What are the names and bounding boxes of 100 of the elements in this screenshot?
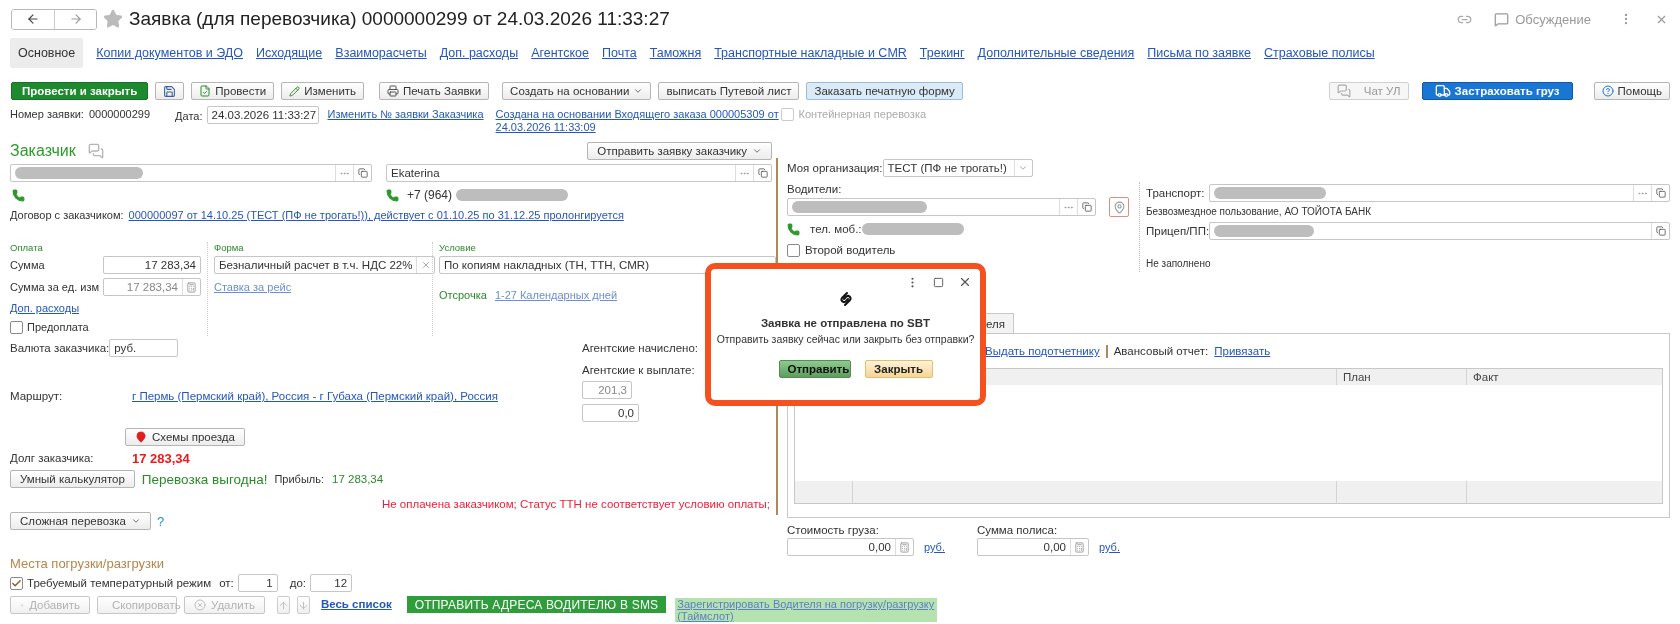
check-icon xyxy=(11,577,22,589)
speech-bubble-icon xyxy=(1494,11,1510,27)
payment-form-field[interactable]: Безналичный расчет в т.ч. НДС 22% xyxy=(214,256,436,274)
post-close-button[interactable]: Провести и закрыть xyxy=(11,82,149,100)
drivers-field[interactable] xyxy=(787,198,1096,216)
post-button[interactable]: Провести xyxy=(191,82,275,100)
amount-field[interactable]: 17 283,34 xyxy=(103,256,201,274)
tab[interactable]: Основное xyxy=(10,38,84,68)
trailer-note: Не заполнено xyxy=(1146,257,1212,271)
printer-icon xyxy=(387,85,400,97)
currency-field[interactable]: руб. xyxy=(109,339,179,357)
container-label: Контейнерная перевозка xyxy=(798,108,927,120)
agent-accrued-label: Агентские начислено: xyxy=(582,341,698,356)
tab[interactable]: Страховые полисы xyxy=(1263,46,1375,60)
to-field[interactable]: 12 xyxy=(310,574,353,592)
tab[interactable]: Доп. расходы xyxy=(439,46,519,60)
tab[interactable]: Таможня xyxy=(649,46,702,60)
field-label: Сумма xyxy=(10,259,46,271)
issue-link[interactable]: Выдать подотчетнику xyxy=(985,345,1100,357)
tab[interactable]: Почта xyxy=(601,46,637,60)
complex-transport-button[interactable]: Сложная перевозка xyxy=(10,512,151,530)
from-field[interactable]: 1 xyxy=(237,574,278,592)
copy-icon xyxy=(357,168,368,178)
calculator-button[interactable]: Умный калькулятор xyxy=(10,470,135,488)
close-dialog-button[interactable]: Закрыть xyxy=(864,360,933,378)
tab[interactable]: Трекинг xyxy=(919,46,965,60)
phone-icon xyxy=(386,188,399,202)
organization-field[interactable]: ТЕСТ (ПФ не трогать!) xyxy=(882,159,1033,177)
maximize-button[interactable] xyxy=(933,275,944,289)
warning-text: Не оплачена заказчиком; Статус ТТН не соответствует условию оплаты; xyxy=(381,498,770,510)
copy-icon xyxy=(1655,188,1666,198)
star-icon xyxy=(103,9,123,29)
tab[interactable]: Агентское xyxy=(531,46,589,60)
map-pin-icon xyxy=(1112,200,1126,214)
profit-label: Прибыль: xyxy=(274,473,324,485)
phone-icon xyxy=(12,188,25,202)
arrow-up-icon xyxy=(277,599,289,611)
calculator-icon xyxy=(1074,541,1085,553)
unit-amount-field[interactable]: 17 283,34 xyxy=(103,278,201,296)
section-label: Условие xyxy=(439,242,477,254)
map-pin-icon xyxy=(135,431,147,443)
checkbox[interactable] xyxy=(787,243,800,257)
help-mark[interactable]: ? xyxy=(156,513,165,529)
number-value: 0000000299 xyxy=(88,108,151,120)
date-field[interactable]: 24.03.2026 11:33:27 xyxy=(206,106,319,124)
tab[interactable]: Взаиморасчеты xyxy=(335,46,427,60)
change-number-link[interactable]: Изменить № заявки Заказчика xyxy=(327,108,484,120)
currency-link[interactable]: руб. xyxy=(1099,541,1120,553)
print-button[interactable]: Печать Заявки xyxy=(379,82,490,100)
transport-field[interactable] xyxy=(1208,184,1670,202)
create-based-button[interactable]: Создать на основании xyxy=(502,82,652,100)
chat-icon xyxy=(87,143,104,159)
debt-label: Долг заказчика: xyxy=(10,452,95,464)
dialog-message: Отправить заявку сейчас или закрыть без отправки? xyxy=(716,333,975,345)
extra-costs-link[interactable]: Доп. расходы xyxy=(10,302,80,314)
save-button[interactable] xyxy=(155,82,185,100)
tab[interactable]: еля xyxy=(984,313,1014,333)
customer-field[interactable] xyxy=(10,164,372,182)
column-header: План xyxy=(1337,369,1467,385)
contact-field[interactable]: Ekaterina xyxy=(386,164,772,182)
contract-link[interactable]: 000000097 от 14.10.25 (ТЕСТ (ПФ не трогать!)), действует с 01.10.25 по 31.12.25 пролонгируется xyxy=(128,209,624,221)
cargo-cost-field[interactable]: 0,00 xyxy=(787,538,914,556)
route-link[interactable]: г Пермь (Пермский край), Россия - г Губаха (Пермский край), Россия xyxy=(132,390,498,402)
payout-field[interactable]: 201,3 xyxy=(582,381,632,399)
currency-link[interactable]: руб. xyxy=(924,541,945,553)
attach-link[interactable]: Привязать xyxy=(1214,345,1271,357)
waybill-button[interactable]: выписать Путевой лист xyxy=(658,82,800,100)
help-button[interactable]: Помощь xyxy=(1593,82,1670,100)
circle-x-icon xyxy=(194,599,206,611)
policy-amount-field[interactable]: 0,00 xyxy=(977,538,1089,556)
move-up-button[interactable] xyxy=(276,596,290,614)
checkbox[interactable] xyxy=(10,320,23,334)
full-list-link[interactable]: Весь список xyxy=(320,598,392,610)
tab[interactable]: Транспортные накладные и CMR xyxy=(714,46,907,60)
location-button[interactable] xyxy=(1109,197,1129,217)
field-label: Валюта заказчика: xyxy=(10,342,110,354)
send-button[interactable]: Отправить xyxy=(778,360,851,378)
fact-field[interactable]: 0,0 xyxy=(582,404,639,422)
order-form-button[interactable]: Заказать печатную форму xyxy=(806,82,963,100)
calculator-icon xyxy=(899,541,910,553)
trailer-field[interactable] xyxy=(1209,222,1670,240)
profit-value: 17 283,34 xyxy=(332,473,384,485)
tab[interactable]: Дополнительные сведения xyxy=(977,46,1135,60)
forward-button[interactable] xyxy=(54,9,96,29)
based-on-link[interactable]: Создана на основании Входящего заказа 000005309 от 24.03.2026 11:33:09 xyxy=(495,108,781,134)
favorite-button[interactable] xyxy=(103,9,123,29)
copy-icon xyxy=(1081,202,1092,212)
tab[interactable]: Исходящие xyxy=(256,46,323,60)
checkbox[interactable] xyxy=(10,576,23,590)
insure-button[interactable]: Застраховать груз xyxy=(1421,82,1573,100)
field-label: Прицеп/ПП: xyxy=(1146,225,1210,237)
tab[interactable]: Письма по заявке xyxy=(1147,46,1251,60)
close-button[interactable] xyxy=(958,275,972,289)
contract-label: Договор с заказчиком: xyxy=(10,209,124,221)
send-customer-button[interactable]: Отправить заявку заказчику xyxy=(587,142,772,160)
route-schemes-button[interactable]: Схемы проезда xyxy=(125,428,245,446)
edit-button[interactable]: Изменить xyxy=(281,82,365,100)
field-label: Сумма за ед. изм xyxy=(10,281,100,293)
move-down-button[interactable] xyxy=(296,596,310,614)
tab[interactable]: Копии документов и ЭДО xyxy=(96,46,243,60)
